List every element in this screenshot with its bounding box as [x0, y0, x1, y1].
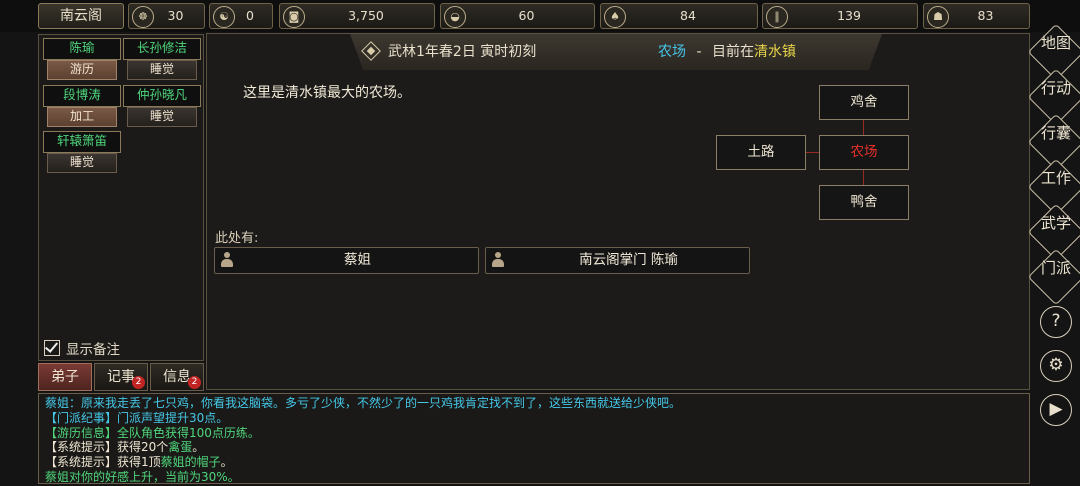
- log-text: 【系统提示】获得1顶: [45, 455, 161, 470]
- morality-stat[interactable]: ☯ 0: [209, 3, 273, 29]
- disciple-name: 仲孙晓凡: [123, 85, 201, 107]
- money-stat[interactable]: ◙ 3,750: [279, 3, 435, 29]
- message-log[interactable]: 蔡姐：原来我走丢了七只鸡，你看我这脑袋。多亏了少侠，不然少了的一只鸡我肯定找不到…: [38, 393, 1030, 484]
- here-label: 此处有:: [215, 231, 259, 246]
- log-text: 。: [192, 440, 205, 455]
- disciple-card[interactable]: 长孙修洁 睡觉: [123, 38, 201, 81]
- log-line: 【门派纪事】门派声望提升30点。: [45, 411, 1023, 426]
- show-notes-label: 显示备注: [66, 342, 120, 358]
- ore-stat[interactable]: ☗ 83: [923, 3, 1030, 29]
- ore-icon: ☗: [927, 6, 949, 28]
- nav-martial-arts[interactable]: 武学: [1036, 212, 1076, 252]
- nav-action[interactable]: 行动: [1036, 77, 1076, 117]
- notification-badge: 2: [188, 376, 201, 389]
- log-line: 蔡姐：原来我走丢了七只鸡，你看我这脑袋。多亏了少侠，不然少了的一只鸡我肯定找不到…: [45, 396, 1023, 411]
- map-connector: [863, 120, 864, 135]
- show-notes-toggle[interactable]: 显示备注: [44, 338, 120, 358]
- location-name: 农场: [658, 44, 686, 60]
- npc-name: 蔡姐: [344, 252, 371, 268]
- sect-name-tab[interactable]: 南云阁: [38, 3, 124, 29]
- wood-icon: ∥: [766, 6, 788, 28]
- disciple-status: 游历: [47, 60, 117, 80]
- tab-label: 记事: [107, 369, 135, 385]
- room-current: 农场: [819, 135, 909, 170]
- log-line: 蔡姐对你的好感上升，当前为30%。: [45, 470, 1023, 485]
- herb-icon: ♠: [604, 6, 626, 28]
- money-value: 3,750: [348, 8, 384, 23]
- wood-stat[interactable]: ∥ 139: [762, 3, 918, 29]
- separator: -: [696, 44, 702, 60]
- town-name: 清水镇: [753, 44, 796, 60]
- herb-value: 84: [680, 8, 696, 23]
- ore-value: 83: [977, 8, 994, 23]
- disciple-panel: [38, 34, 204, 361]
- disciple-status: 睡觉: [127, 107, 197, 127]
- location-description: 这里是清水镇最大的农场。: [243, 85, 411, 101]
- tab-label: 信息: [163, 369, 191, 385]
- log-item: 禽蛋: [168, 440, 193, 455]
- log-line: 【系统提示】获得20个禽蛋。: [45, 440, 1023, 455]
- disciple-card[interactable]: 仲孙晓凡 睡觉: [123, 85, 201, 128]
- disciple-name: 陈瑜: [43, 38, 121, 60]
- disciple-card[interactable]: 段博涛 加工: [43, 85, 121, 128]
- settings-gear-icon[interactable]: ⚙: [1040, 350, 1072, 382]
- disciple-status: 睡觉: [47, 153, 117, 173]
- reputation-value: 30: [167, 8, 184, 23]
- room-north[interactable]: 鸡舍: [819, 85, 909, 120]
- npc-name: 南云阁掌门 陈瑜: [579, 252, 678, 268]
- nav-work[interactable]: 工作: [1036, 167, 1076, 207]
- disciple-status: 睡觉: [127, 60, 197, 80]
- log-line: 【系统提示】获得1顶蔡姐的帽子。: [45, 455, 1023, 470]
- log-text: 蔡姐：原来我走丢了七只鸡，你看我这脑袋。多亏了少侠，不然少了的一只鸡我肯定找不到…: [45, 396, 682, 410]
- log-line: 【游历信息】全队角色获得100点历练。: [45, 426, 1023, 441]
- log-text: 蔡姐对你的好感上升，当前为30%。: [45, 469, 240, 484]
- tab-messages[interactable]: 信息 2: [150, 363, 204, 391]
- person-icon: [492, 252, 504, 268]
- log-text: 【门派纪事】门派声望提升30点。: [45, 410, 229, 425]
- npc-button[interactable]: 蔡姐: [214, 247, 479, 274]
- disciple-name: 段博涛: [43, 85, 121, 107]
- npc-button[interactable]: 南云阁掌门 陈瑜: [485, 247, 750, 274]
- nav-inventory[interactable]: 行囊: [1036, 122, 1076, 162]
- person-icon: [221, 252, 233, 268]
- morality-value: 0: [246, 8, 254, 23]
- food-stat[interactable]: ◒ 60: [440, 3, 595, 29]
- log-item: 蔡姐的帽子: [160, 455, 221, 470]
- disciple-card[interactable]: 轩辕箫笛 睡觉: [43, 131, 121, 174]
- checkbox-icon: [44, 340, 60, 356]
- herb-stat[interactable]: ♠ 84: [600, 3, 758, 29]
- disciple-name: 轩辕箫笛: [43, 131, 121, 153]
- nav-map[interactable]: 地图: [1036, 32, 1076, 72]
- log-text: 。: [220, 455, 233, 470]
- game-date: 武林1年春2日 寅时初刻: [388, 44, 537, 60]
- nav-sect[interactable]: 门派: [1036, 257, 1076, 297]
- play-icon[interactable]: ▶: [1040, 394, 1072, 426]
- log-text: 【游历信息】全队角色获得100点历练。: [45, 425, 260, 440]
- taiji-icon: ☯: [213, 6, 235, 28]
- tab-disciples[interactable]: 弟子: [38, 363, 92, 391]
- seal-icon: ☸: [132, 6, 154, 28]
- reputation-stat[interactable]: ☸ 30: [128, 3, 205, 29]
- tab-journal[interactable]: 记事 2: [94, 363, 148, 391]
- location-prefix: 目前在: [711, 44, 754, 60]
- disciple-card[interactable]: 陈瑜 游历: [43, 38, 121, 81]
- wood-value: 139: [837, 8, 861, 23]
- disciple-name: 长孙修洁: [123, 38, 201, 60]
- current-location-line: 农场 - 目前在清水镇: [658, 42, 796, 62]
- food-bowl-icon: ◒: [444, 6, 466, 28]
- room-south[interactable]: 鸭舍: [819, 185, 909, 220]
- room-west[interactable]: 土路: [716, 135, 806, 170]
- food-value: 60: [518, 8, 535, 23]
- notification-badge: 2: [132, 376, 145, 389]
- map-connector: [806, 152, 819, 153]
- log-text: 【系统提示】获得20个: [45, 440, 169, 455]
- coin-icon: ◙: [283, 6, 305, 28]
- disciple-status: 加工: [47, 107, 117, 127]
- help-icon[interactable]: ?: [1040, 306, 1072, 338]
- tab-label: 弟子: [51, 369, 79, 385]
- map-connector: [863, 170, 864, 185]
